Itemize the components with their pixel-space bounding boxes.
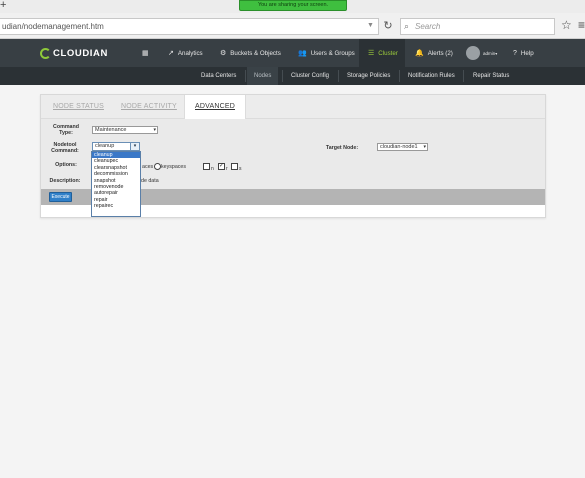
avatar — [466, 46, 480, 60]
subnav-repair-status[interactable]: Repair Status — [466, 67, 516, 85]
subnav-nodes[interactable]: Nodes — [247, 67, 279, 85]
chart-line-icon: ↗ — [168, 50, 174, 57]
tab-node-status[interactable]: NODE STATUS — [53, 95, 104, 119]
dropdown-option[interactable]: repairec — [92, 203, 140, 209]
nav-help[interactable]: ? Help — [513, 39, 534, 67]
description-text-partial: de data — [141, 178, 159, 184]
nav-analytics-label: Analytics — [177, 49, 203, 57]
option-checkbox-s[interactable] — [231, 163, 238, 170]
options-text-partial: aces — [142, 164, 154, 170]
browser-menu-icon[interactable]: ≡ — [578, 18, 585, 32]
nav-admin-menu[interactable]: admin ▾ — [466, 39, 497, 67]
command-type-value: Maintenance — [95, 127, 127, 133]
browser-top-strip: + You are sharing your screen. — [0, 0, 585, 13]
nav-users-groups[interactable]: 👥 Users & Groups — [298, 39, 355, 67]
subnav-notification-rules[interactable]: Notification Rules — [401, 67, 462, 85]
nodetool-command-dropdown[interactable]: cleanup cleanupec clearsnapshot decommis… — [91, 151, 141, 217]
command-type-label: Command Type: — [53, 124, 79, 136]
nav-cluster-label: Cluster — [378, 49, 398, 57]
subnav-data-centers[interactable]: Data Centers — [194, 67, 243, 85]
gear-icon: ⚙ — [220, 50, 227, 57]
chevron-down-icon[interactable]: ▾ — [130, 143, 139, 150]
subnav-divider — [282, 70, 283, 82]
dashboard-grid-button[interactable]: ▦ — [142, 39, 153, 67]
command-type-select[interactable]: Maintenance ▾ — [92, 126, 158, 134]
help-icon: ? — [513, 49, 517, 57]
nodetool-command-select[interactable]: cleanup ▾ — [92, 142, 140, 151]
tab-node-activity[interactable]: NODE ACTIVITY — [121, 95, 177, 119]
nav-cluster[interactable]: ☰ Cluster — [359, 39, 405, 67]
grid-icon: ▦ — [142, 50, 149, 57]
target-node-label: Target Node: — [325, 145, 359, 151]
chevron-down-icon: ▾ — [495, 50, 498, 56]
options-label: Options: — [55, 162, 77, 168]
nodetool-command-value: cleanup — [95, 143, 115, 149]
nav-analytics[interactable]: ↗ Analytics — [168, 39, 203, 67]
bookmark-star-icon[interactable]: ☆ — [561, 18, 572, 32]
checkbox-label-n: n — [211, 166, 214, 172]
app-header: CLOUDIAN ▦ ↗ Analytics ⚙ Buckets & Objec… — [0, 39, 585, 67]
tabs-row: NODE STATUS NODE ACTIVITY ADVANCED — [41, 95, 545, 120]
target-node-value: cloudian-node1 — [380, 144, 418, 150]
screen-sharing-banner[interactable]: You are sharing your screen. — [239, 0, 347, 11]
nav-alerts-label: Alerts (2) — [427, 49, 453, 57]
bell-icon: 🔔 — [415, 50, 424, 57]
browser-search-input[interactable]: ⌕ Search — [400, 18, 555, 35]
subnav-divider — [399, 70, 400, 82]
option-checkbox-r[interactable]: ✓ — [218, 163, 225, 170]
chevron-down-icon: ▾ — [423, 144, 426, 150]
subnav-divider — [463, 70, 464, 82]
nav-alerts[interactable]: 🔔 Alerts (2) — [415, 39, 453, 67]
description-label: Description: — [49, 178, 81, 184]
subnav-divider — [338, 70, 339, 82]
url-dropdown-icon[interactable]: ▼ — [367, 22, 374, 29]
url-bar[interactable]: udian/nodemanagement.htm — [0, 18, 379, 35]
nav-help-label: Help — [520, 49, 534, 57]
nodetool-command-label: Nodetool Command: — [51, 142, 79, 154]
keyspaces-label: keyspaces — [161, 164, 187, 170]
nav-buckets-objects[interactable]: ⚙ Buckets & Objects — [220, 39, 281, 67]
search-placeholder: Search — [415, 22, 441, 31]
subnav-storage-policies[interactable]: Storage Policies — [340, 67, 397, 85]
users-icon: 👥 — [298, 50, 307, 57]
keyspaces-radio[interactable] — [154, 163, 161, 170]
execute-button[interactable]: Execute — [49, 192, 72, 202]
url-text: udian/nodemanagement.htm — [2, 22, 104, 31]
chevron-down-icon: ▾ — [153, 127, 156, 133]
new-tab-plus-icon[interactable]: + — [0, 0, 6, 12]
subnav-divider — [245, 70, 246, 82]
cloudian-logo[interactable]: CLOUDIAN — [40, 47, 108, 60]
admin-label: admin — [483, 50, 496, 56]
target-node-select[interactable]: cloudian-node1 ▾ — [377, 143, 428, 151]
cloudian-logo-mark — [40, 48, 51, 59]
checkbox-label-s: s — [239, 166, 242, 172]
logo-text: CLOUDIAN — [53, 48, 108, 59]
reload-icon[interactable]: ↻ — [382, 19, 394, 33]
subnav-cluster-config[interactable]: Cluster Config — [284, 67, 336, 85]
search-icon: ⌕ — [404, 21, 410, 31]
nav-users-label: Users & Groups — [310, 49, 355, 57]
nav-buckets-label: Buckets & Objects — [230, 49, 281, 57]
option-checkbox-n[interactable] — [203, 163, 210, 170]
cluster-subnav: Data Centers Nodes Cluster Config Storag… — [0, 67, 585, 85]
list-icon: ☰ — [368, 50, 375, 57]
checkbox-label-r: r — [226, 166, 228, 172]
tab-advanced[interactable]: ADVANCED — [184, 95, 246, 120]
